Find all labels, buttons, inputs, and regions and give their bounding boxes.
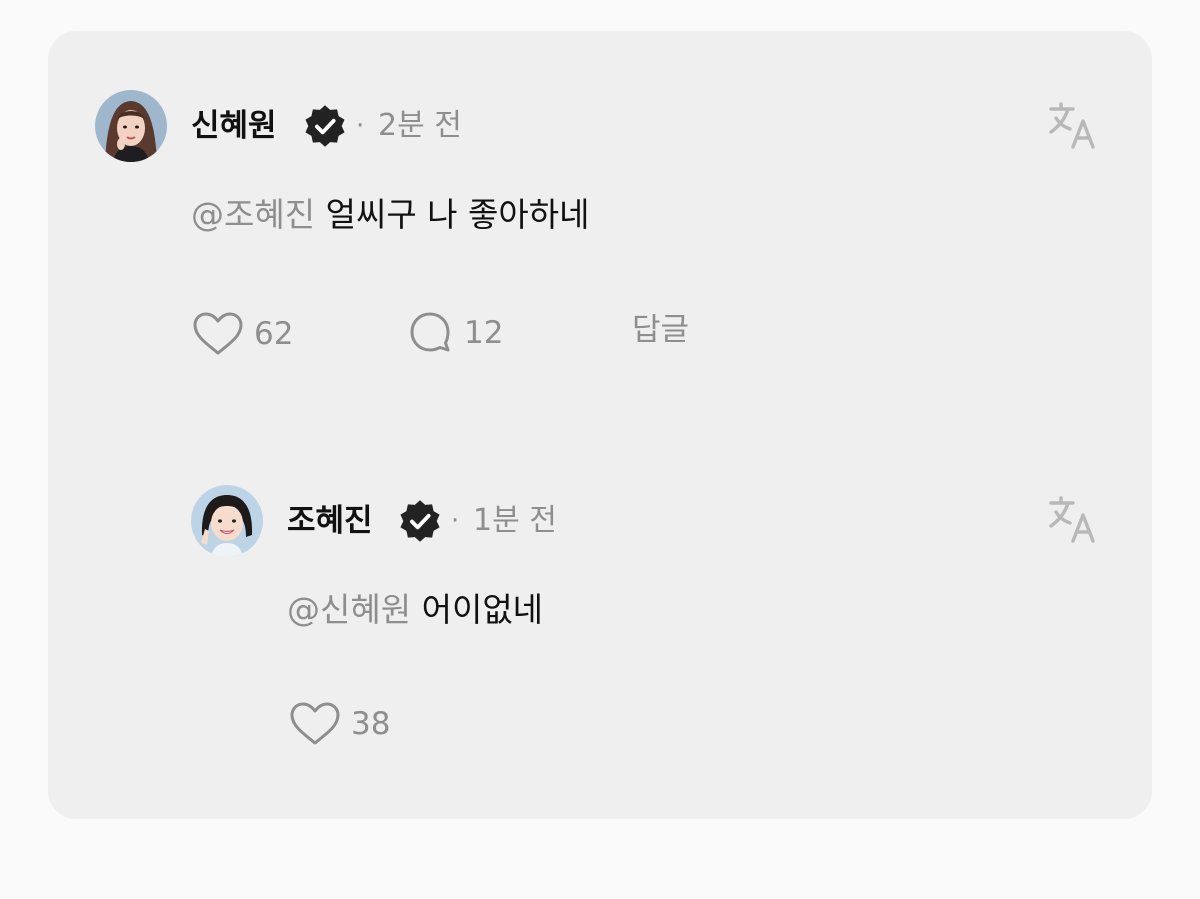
comment-text: @조혜진 얼씨구 나 좋아하네 xyxy=(191,193,589,237)
heart-icon xyxy=(290,702,340,745)
translate-icon[interactable] xyxy=(1048,495,1100,547)
avatar[interactable] xyxy=(191,485,263,557)
reply-count-button[interactable]: 12 xyxy=(406,309,503,357)
timestamp: 1분 전 xyxy=(473,503,557,538)
reply-button[interactable]: 답글 xyxy=(632,310,689,350)
avatar[interactable] xyxy=(95,90,167,162)
comment-message: 얼씨구 나 좋아하네 xyxy=(325,195,590,234)
comment-text: @신혜원 어이없네 xyxy=(287,588,543,632)
separator-dot: · xyxy=(356,111,365,141)
like-count: 38 xyxy=(351,706,391,742)
mention-link[interactable]: @신혜원 xyxy=(287,590,411,629)
comment-message: 어이없네 xyxy=(421,590,544,629)
like-count: 62 xyxy=(254,316,294,352)
heart-icon xyxy=(193,312,243,355)
verified-badge-icon xyxy=(400,500,440,542)
comment-bubble-icon xyxy=(410,312,450,352)
separator-dot: · xyxy=(451,506,460,536)
like-button[interactable]: 38 xyxy=(289,701,390,747)
like-button[interactable]: 62 xyxy=(192,311,293,357)
timestamp: 2분 전 xyxy=(378,108,462,143)
comment-thread-card: 신혜원 · 2분 전 @조혜진 얼씨구 나 좋아하네 62 12 답글 조혜진 … xyxy=(48,31,1152,819)
author-name[interactable]: 신혜원 xyxy=(191,106,277,146)
reply-count: 12 xyxy=(464,315,504,351)
mention-link[interactable]: @조혜진 xyxy=(191,195,315,234)
translate-icon[interactable] xyxy=(1048,101,1100,153)
author-name[interactable]: 조혜진 xyxy=(287,501,373,541)
verified-badge-icon xyxy=(305,105,345,147)
